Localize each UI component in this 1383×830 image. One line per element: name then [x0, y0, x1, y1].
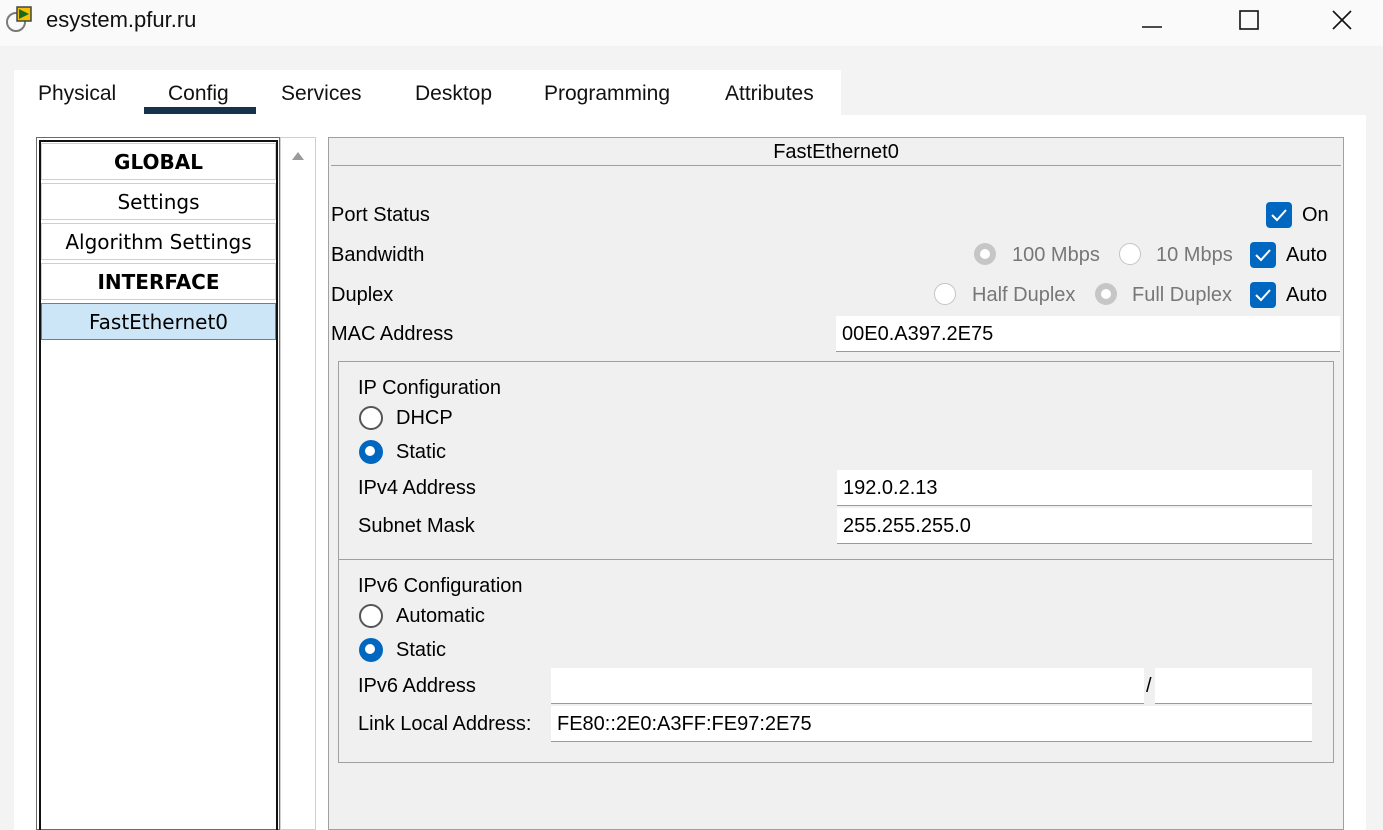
bandwidth-100-radio[interactable] [974, 243, 996, 265]
port-status-on-label: On [1302, 204, 1329, 226]
tab-attributes[interactable]: Attributes [725, 82, 814, 106]
title-bar: esystem.pfur.ru [0, 0, 1383, 46]
tab-programming[interactable]: Programming [544, 82, 670, 106]
subnet-mask-field[interactable]: 255.255.255.0 [837, 508, 1312, 544]
ipv4-static-radio[interactable] [359, 440, 383, 464]
bandwidth-10-label: 10 Mbps [1156, 244, 1233, 266]
duplex-label: Duplex [331, 284, 394, 306]
minimize-icon [1142, 26, 1162, 28]
packet-tracer-app-icon [6, 6, 32, 32]
ipv6-static-label: Static [396, 639, 447, 661]
sidebar-header-global[interactable]: GLOBAL [41, 143, 276, 180]
ipv6-automatic-label: Automatic [396, 605, 485, 627]
duplex-auto-label: Auto [1286, 284, 1328, 306]
ipv6-address-field[interactable] [551, 668, 1144, 704]
bandwidth-10-radio[interactable] [1119, 243, 1141, 265]
link-local-address-field[interactable]: FE80::2E0:A3FF:FE97:2E75 [551, 706, 1312, 742]
checkmark-icon [1255, 289, 1271, 302]
sidebar-item-fastethernet0[interactable]: FastEthernet0 [41, 303, 276, 340]
tab-physical[interactable]: Physical [38, 82, 116, 106]
ipv6-address-label: IPv6 Address [358, 675, 476, 697]
half-duplex-label: Half Duplex [972, 284, 1076, 306]
sidebar-item-algorithm-settings[interactable]: Algorithm Settings [41, 223, 276, 260]
sidebar-header-interface[interactable]: INTERFACE [41, 263, 276, 300]
ipv6-configuration-title: IPv6 Configuration [358, 575, 523, 597]
full-duplex-radio[interactable] [1095, 283, 1117, 305]
ip-configuration-title: IP Configuration [358, 377, 502, 399]
full-duplex-label: Full Duplex [1132, 284, 1233, 306]
maximize-icon [1239, 10, 1259, 30]
window-title: esystem.pfur.ru [46, 7, 197, 32]
ipv4-address-field[interactable]: 192.0.2.13 [837, 470, 1312, 506]
close-button[interactable] [1296, 0, 1383, 40]
bandwidth-auto-label: Auto [1286, 244, 1328, 266]
checkmark-icon [1271, 209, 1287, 222]
mac-address-field[interactable]: 00E0.A397.2E75 [836, 316, 1340, 352]
ipv4-address-label: IPv4 Address [358, 477, 476, 499]
link-local-address-label: Link Local Address: [358, 713, 532, 735]
scroll-up-arrow-icon[interactable] [291, 150, 305, 162]
ipv6-prefix-separator: / [1146, 675, 1152, 697]
dhcp-radio[interactable] [359, 406, 383, 430]
close-icon [1332, 10, 1352, 30]
tab-desktop[interactable]: Desktop [415, 82, 492, 106]
bandwidth-auto-checkbox[interactable] [1250, 242, 1276, 268]
ipv6-automatic-radio[interactable] [359, 604, 383, 628]
active-tab-indicator [144, 107, 256, 114]
ipv4-static-label: Static [396, 441, 447, 463]
port-status-label: Port Status [331, 204, 430, 226]
ipv6-static-radio[interactable] [359, 638, 383, 662]
duplex-auto-checkbox[interactable] [1250, 282, 1276, 308]
panel-title: FastEthernet0 [331, 141, 1341, 166]
port-status-checkbox[interactable] [1266, 202, 1292, 228]
mac-address-label: MAC Address [331, 323, 454, 345]
sidebar-scrollbar[interactable] [280, 137, 316, 830]
maximize-button[interactable] [1203, 0, 1295, 40]
tab-config[interactable]: Config [168, 82, 229, 106]
checkmark-icon [1255, 249, 1271, 262]
dhcp-label: DHCP [396, 407, 453, 429]
subnet-mask-label: Subnet Mask [358, 515, 475, 537]
tab-bar: Physical Config Services Desktop Program… [14, 70, 841, 116]
tab-services[interactable]: Services [281, 82, 362, 106]
bandwidth-label: Bandwidth [331, 244, 425, 266]
bandwidth-100-label: 100 Mbps [1012, 244, 1100, 266]
minimize-button[interactable] [1106, 0, 1198, 40]
ipv6-prefix-field[interactable] [1155, 668, 1312, 704]
sidebar-item-settings[interactable]: Settings [41, 183, 276, 220]
half-duplex-radio[interactable] [934, 283, 956, 305]
